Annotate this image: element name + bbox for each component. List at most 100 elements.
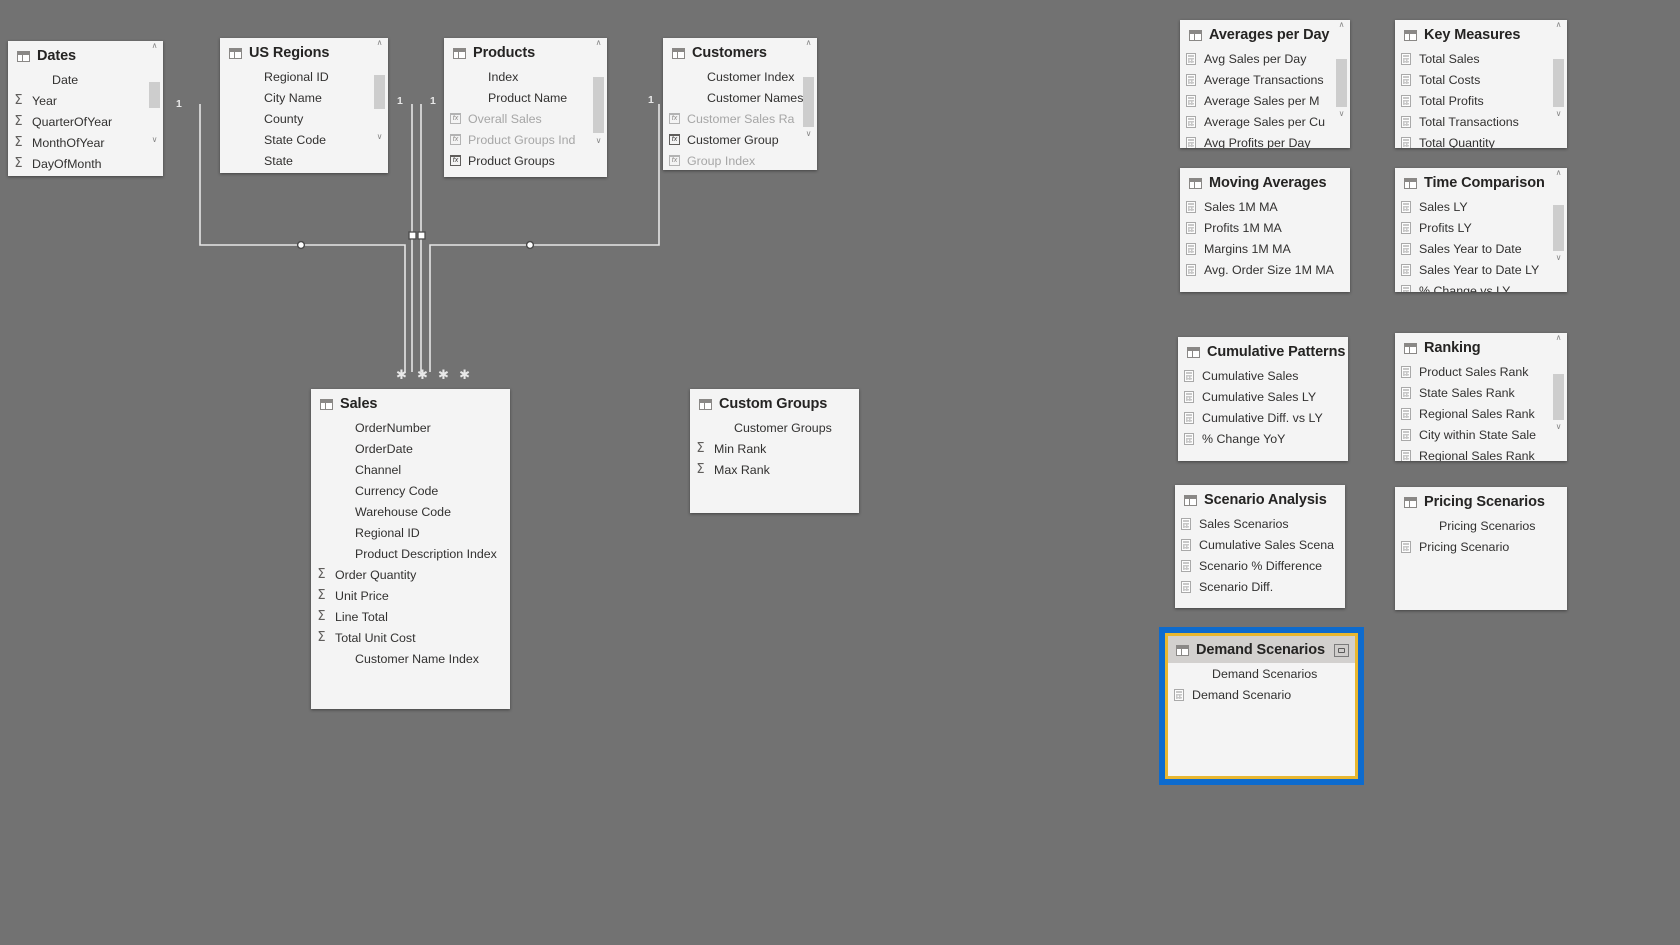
scroll-down-arrow[interactable]: ∨	[596, 136, 602, 147]
list-item[interactable]: Regional ID	[220, 66, 388, 87]
scroll-thumb[interactable]	[1336, 59, 1347, 107]
scroll-down-arrow[interactable]: ∨	[1556, 422, 1562, 433]
table-header[interactable]: Scenario Analysis	[1175, 485, 1345, 513]
list-item[interactable]: Warehouse Code	[311, 501, 510, 522]
scroll-thumb[interactable]	[803, 77, 814, 127]
list-item[interactable]: ΣMonthOfYear	[8, 132, 163, 153]
scroll-track[interactable]	[1553, 179, 1564, 253]
scroll-track[interactable]	[1553, 344, 1564, 422]
list-item[interactable]: Margins 1M MA	[1180, 238, 1350, 259]
list-item[interactable]: ΣTotal Unit Cost	[311, 627, 510, 648]
list-item[interactable]: Cumulative Sales	[1178, 365, 1348, 386]
expand-icon[interactable]	[1334, 644, 1349, 657]
table-header[interactable]: Custom Groups	[690, 389, 859, 417]
list-item[interactable]: Total Sales	[1395, 48, 1567, 69]
list-item[interactable]: Scenario Diff.	[1175, 576, 1345, 597]
list-item[interactable]: Sales LY	[1395, 196, 1567, 217]
list-item[interactable]: Cumulative Diff. vs LY	[1178, 407, 1348, 428]
list-item[interactable]: fxProduct Groups Ind	[444, 129, 607, 150]
list-item[interactable]: ΣOrder Quantity	[311, 564, 510, 585]
scroll-up-arrow[interactable]: ∧	[1556, 168, 1562, 179]
list-item[interactable]: Avg Sales per Day	[1180, 48, 1350, 69]
table-card-key-measures[interactable]: Key MeasuresTotal SalesTotal CostsTotal …	[1395, 20, 1567, 148]
scroll-track[interactable]	[149, 52, 160, 135]
scroll-up-arrow[interactable]: ∧	[377, 38, 383, 49]
list-item[interactable]: Avg Profits per Day	[1180, 132, 1350, 148]
scroll-down-arrow[interactable]: ∨	[1556, 253, 1562, 264]
scroll-up-arrow[interactable]: ∧	[1556, 333, 1562, 344]
scroll-track[interactable]	[374, 49, 385, 132]
scroll-thumb[interactable]	[374, 75, 385, 109]
list-item[interactable]: fxOverall Sales	[444, 108, 607, 129]
scroll-track[interactable]	[593, 49, 604, 136]
list-item[interactable]: ΣQuarterOfYear	[8, 111, 163, 132]
list-item[interactable]: City Name	[220, 87, 388, 108]
list-item[interactable]: Total Costs	[1395, 69, 1567, 90]
list-item[interactable]: Cumulative Sales LY	[1178, 386, 1348, 407]
scrollbar[interactable]: ∧∨	[592, 38, 605, 147]
list-item[interactable]: Profits LY	[1395, 217, 1567, 238]
scrollbar[interactable]: ∧∨	[373, 38, 386, 143]
table-card-dates[interactable]: DatesDateΣYearΣQuarterOfYearΣMonthOfYear…	[8, 41, 163, 176]
table-header[interactable]: Key Measures	[1395, 20, 1567, 48]
list-item[interactable]: Customer Index	[663, 66, 817, 87]
table-card-moving-averages[interactable]: Moving AveragesSales 1M MAProfits 1M MAM…	[1180, 168, 1350, 292]
scroll-up-arrow[interactable]: ∧	[596, 38, 602, 49]
scroll-down-arrow[interactable]: ∨	[377, 132, 383, 143]
scroll-up-arrow[interactable]: ∧	[1556, 20, 1562, 31]
list-item[interactable]: ΣMax Rank	[690, 459, 859, 480]
list-item[interactable]: Pricing Scenario	[1395, 536, 1567, 557]
table-card-demand-scenarios[interactable]: Demand Scenarios Demand Scenarios Demand…	[1159, 627, 1364, 785]
table-card-customers[interactable]: CustomersCustomer IndexCustomer NamesfxC…	[663, 38, 817, 170]
scrollbar[interactable]: ∧∨	[1552, 168, 1565, 264]
scroll-up-arrow[interactable]: ∧	[152, 41, 158, 52]
table-header[interactable]: Averages per Day	[1180, 20, 1350, 48]
list-item[interactable]: ΣLine Total	[311, 606, 510, 627]
scroll-thumb[interactable]	[593, 77, 604, 133]
list-item[interactable]: Scenario % Difference	[1175, 555, 1345, 576]
table-header[interactable]: Pricing Scenarios	[1395, 487, 1567, 515]
table-card-averages-per-day[interactable]: Averages per DayAvg Sales per DayAverage…	[1180, 20, 1350, 148]
list-item[interactable]: OrderNumber	[311, 417, 510, 438]
list-item[interactable]: Sales Year to Date LY	[1395, 259, 1567, 280]
scrollbar[interactable]: ∧∨	[1552, 333, 1565, 433]
table-header[interactable]: Moving Averages	[1180, 168, 1350, 196]
scroll-down-arrow[interactable]: ∨	[152, 135, 158, 146]
table-card-time-comparison[interactable]: Time ComparisonSales LYProfits LY Sales Y…	[1395, 168, 1567, 292]
list-item[interactable]: Average Transactions	[1180, 69, 1350, 90]
list-item[interactable]: Pricing Scenarios	[1395, 515, 1567, 536]
table-card-cumulative-patterns[interactable]: Cumulative PatternsCumulative SalesCumul…	[1178, 337, 1348, 461]
list-item[interactable]: fxCustomer Sales Ra	[663, 108, 817, 129]
table-card-scenario-analysis[interactable]: Scenario AnalysisSales ScenariosCumulati…	[1175, 485, 1345, 608]
scroll-thumb[interactable]	[149, 82, 160, 108]
scroll-track[interactable]	[1553, 31, 1564, 109]
list-item[interactable]: Regional ID	[311, 522, 510, 543]
list-item[interactable]: Average Sales per M	[1180, 90, 1350, 111]
list-item[interactable]: Total Quantity	[1395, 132, 1567, 148]
list-item[interactable]: Sales Scenarios	[1175, 513, 1345, 534]
table-header[interactable]: US Regions	[220, 38, 388, 66]
list-item[interactable]: Product Sales Rank	[1395, 361, 1567, 382]
list-item[interactable]: State	[220, 150, 388, 171]
list-item[interactable]: fxGroup Index	[663, 150, 817, 170]
list-item[interactable]: Total Profits	[1395, 90, 1567, 111]
list-item[interactable]: Total Transactions	[1395, 111, 1567, 132]
list-item[interactable]: Regional Sales Rank	[1395, 403, 1567, 424]
list-item[interactable]: ΣMin Rank	[690, 438, 859, 459]
list-item[interactable]: Sales 1M MA	[1180, 196, 1350, 217]
list-item[interactable]: State Code	[220, 129, 388, 150]
list-item[interactable]: Channel	[311, 459, 510, 480]
list-item[interactable]: fxProduct Groups	[444, 150, 607, 171]
list-item[interactable]: Product Description Index	[311, 543, 510, 564]
table-header[interactable]: Customers	[663, 38, 817, 66]
list-item[interactable]: Index	[444, 66, 607, 87]
table-header[interactable]: Products	[444, 38, 607, 66]
list-item[interactable]: Cumulative Sales Scena	[1175, 534, 1345, 555]
scroll-down-arrow[interactable]: ∨	[1556, 109, 1562, 120]
list-item[interactable]: City within State Sale	[1395, 424, 1567, 445]
list-item[interactable]: ΣYear	[8, 90, 163, 111]
list-item[interactable]: State Sales Rank	[1395, 382, 1567, 403]
list-item[interactable]: Average Sales per Cu	[1180, 111, 1350, 132]
table-header[interactable]: Time Comparison	[1395, 168, 1567, 196]
list-item[interactable]: ΣDayOfMonth	[8, 153, 163, 174]
